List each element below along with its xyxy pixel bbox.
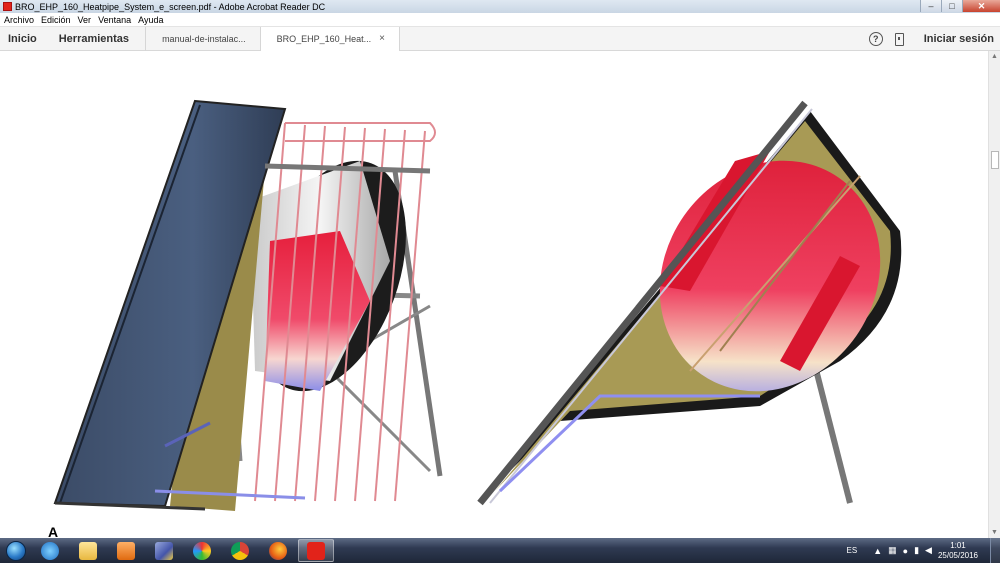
taskbar-chrome[interactable] <box>222 539 258 562</box>
acrobat-app-icon <box>3 2 12 11</box>
menu-ayuda[interactable]: Ayuda <box>138 15 163 25</box>
chrome-icon <box>231 541 249 560</box>
document-tab-manual[interactable]: manual-de-instalac... <box>145 26 260 51</box>
vertical-scrollbar[interactable]: ▲ ▼ <box>988 51 1000 538</box>
taskbar-app-collaboration[interactable] <box>184 539 220 562</box>
document-tab-label: BRO_EHP_160_Heat... <box>276 33 372 44</box>
signin-button[interactable]: Iniciar sesión <box>924 33 994 45</box>
taskbar-file-explorer[interactable] <box>70 539 106 562</box>
taskbar-media-player[interactable] <box>108 539 144 562</box>
taskbar-app-dynamics[interactable] <box>146 539 182 562</box>
tray-arrow-icon[interactable]: ▲ <box>873 546 882 556</box>
menu-edicion[interactable]: Edición <box>41 15 71 25</box>
tools-tab[interactable]: Herramientas <box>59 33 129 45</box>
windows-flag-icon[interactable]: ▦ <box>888 545 897 556</box>
home-tab[interactable]: Inicio <box>8 33 37 45</box>
mobile-link-icon[interactable] <box>894 32 904 46</box>
left-solar-heater <box>53 99 443 511</box>
document-text-fragment: A <box>48 524 59 538</box>
system-tray: ES ▲ ▦ ● ▮ ◀ 1:01 25/05/2016 <box>847 538 1000 563</box>
solar-heater-illustration <box>53 99 902 511</box>
window-title: BRO_EHP_160_Heatpipe_System_e_screen.pdf… <box>15 1 326 12</box>
app-collaboration-icon <box>193 541 211 560</box>
right-solar-heater-cutaway <box>477 100 902 506</box>
clock-date: 25/05/2016 <box>937 550 978 560</box>
start-button[interactable] <box>2 539 30 563</box>
network-icon[interactable]: ▮ <box>914 545 919 556</box>
acrobat-reader-window: BRO_EHP_160_Heatpipe_System_e_screen.pdf… <box>0 0 1000 563</box>
menu-ventana[interactable]: Ventana <box>98 15 131 25</box>
media-player-icon <box>117 541 135 560</box>
taskbar-internet-explorer[interactable] <box>32 539 68 562</box>
scrollbar-thumb[interactable] <box>991 151 999 169</box>
internet-explorer-icon <box>41 541 59 560</box>
volume-icon[interactable]: ◀ <box>925 545 932 556</box>
close-tab-icon[interactable]: × <box>379 33 385 44</box>
taskbar-acrobat-reader[interactable] <box>298 539 334 562</box>
firefox-icon <box>269 541 287 560</box>
maximize-button[interactable]: □ <box>941 0 962 12</box>
help-icon[interactable]: ? <box>868 32 883 46</box>
sync-icon[interactable]: ● <box>903 546 908 556</box>
document-tab-label: manual-de-instalac... <box>162 33 246 44</box>
document-tab-bro-ehp[interactable]: BRO_EHP_160_Heat... × <box>259 26 401 51</box>
app-dynamics-icon <box>155 541 173 560</box>
close-button[interactable]: ✕ <box>962 0 1000 12</box>
scroll-down-icon[interactable]: ▼ <box>991 529 998 536</box>
minimize-button[interactable]: – <box>920 0 941 12</box>
title-bar: BRO_EHP_160_Heatpipe_System_e_screen.pdf… <box>0 0 1000 13</box>
windows-logo-icon <box>6 540 26 561</box>
language-indicator[interactable]: ES <box>847 546 858 555</box>
taskbar-firefox[interactable] <box>260 539 296 562</box>
menu-archivo[interactable]: Archivo <box>4 15 34 25</box>
windows-taskbar: ES ▲ ▦ ● ▮ ◀ 1:01 25/05/2016 <box>0 538 1000 563</box>
clock[interactable]: 1:01 25/05/2016 <box>938 541 978 561</box>
document-page[interactable]: A <box>0 51 988 538</box>
tab-bar: Inicio Herramientas manual-de-instalac..… <box>0 26 1000 51</box>
acrobat-reader-icon <box>307 541 325 560</box>
clock-time: 1:01 <box>950 540 966 550</box>
show-desktop-button[interactable] <box>990 538 1000 563</box>
menu-bar: Archivo Edición Ver Ventana Ayuda <box>0 13 1000 27</box>
scroll-up-icon[interactable]: ▲ <box>991 53 998 60</box>
folder-icon <box>79 541 97 560</box>
menu-ver[interactable]: Ver <box>78 15 92 25</box>
